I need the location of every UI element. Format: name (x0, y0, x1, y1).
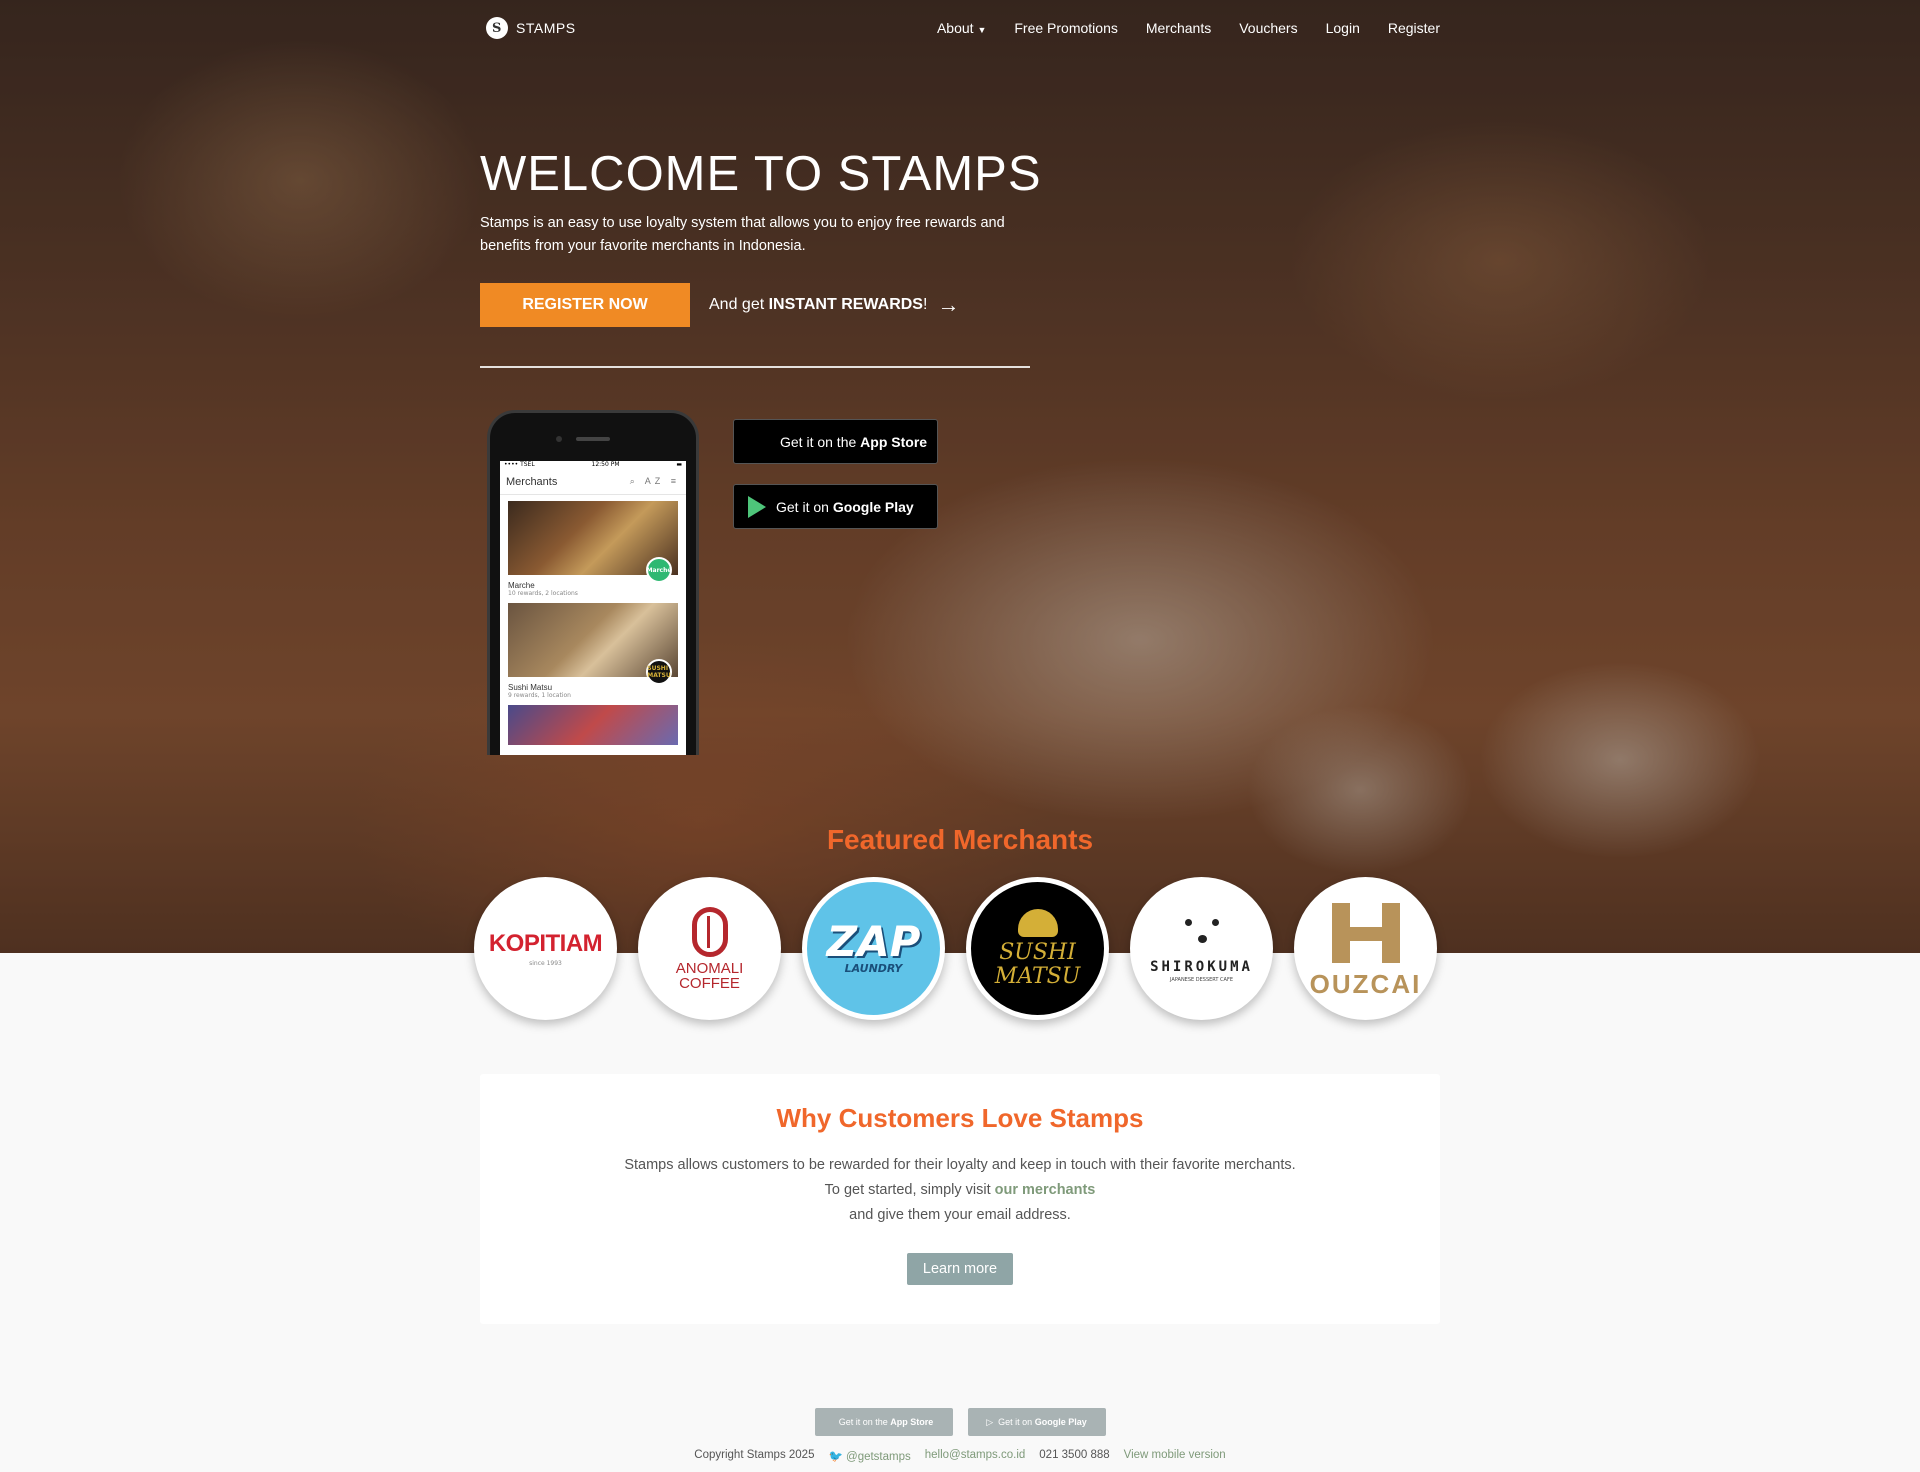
anomali-logo-icon (691, 906, 728, 957)
anomali-line2: COFFEE (679, 974, 740, 992)
shirokuma-sub: JAPANESE DESSERT CAFE (1170, 976, 1233, 983)
phone-camera (556, 436, 562, 442)
bear-nose (1197, 934, 1207, 943)
phone-mockup: •••• TSEL 12:50 PM ▬ Merchants ⌕ AZ ≡ Ma… (487, 410, 699, 755)
merchant-sub: 9 rewards, 1 location (508, 692, 571, 699)
nav-free-promotions[interactable]: Free Promotions (1014, 20, 1117, 36)
phone-screen-header: Merchants ⌕ AZ ≡ (500, 469, 686, 495)
instant-text: And get INSTANT REWARDS! (709, 296, 927, 314)
arrow-right-icon: → (937, 292, 960, 317)
instant-rewards-link[interactable]: And get INSTANT REWARDS! → (709, 294, 959, 316)
sushi-badge: SUSHI MATSU (646, 659, 672, 685)
stamps-logo-icon: S (486, 17, 508, 39)
merchant-name: Marche (508, 581, 535, 590)
register-now-button[interactable]: REGISTER NOW (480, 283, 690, 327)
merchant-photo (508, 705, 678, 745)
instant-prefix: And get (709, 296, 765, 313)
instant-suffix: ! (922, 296, 928, 313)
google-play-button[interactable]: Get it on Google Play (733, 484, 938, 529)
phone-statusbar: •••• TSEL 12:50 PM ▬ (500, 461, 686, 469)
merchant-kopitiam[interactable]: KOPITIAM since 1993 (474, 877, 617, 1020)
chef-hat-icon (1017, 908, 1058, 937)
phone-screen: •••• TSEL 12:50 PM ▬ Merchants ⌕ AZ ≡ Ma… (500, 461, 686, 755)
brand-logo-link[interactable]: S STAMPS (486, 17, 576, 39)
hero-lead: Stamps is an easy to use loyalty system … (480, 215, 1005, 254)
google-play-icon (748, 495, 766, 518)
featured-merchants-list: KOPITIAM since 1993 ANOMALI COFFEE ZAP LA… (474, 877, 1437, 1020)
brand-name: STAMPS (516, 20, 576, 36)
phone-speaker (576, 437, 610, 441)
hero-content: S STAMPS About ▼ Free Promotions Merchan… (0, 0, 1920, 1472)
zap-logo: ZAP (826, 917, 921, 966)
sushi-matsu-logo: SUSHI MATSU (994, 939, 1081, 989)
marche-badge: Marché (646, 557, 672, 583)
merchant-zap-laundry[interactable]: ZAP LAUNDRY (802, 877, 945, 1020)
hero-title: WELCOME TO STAMPS (480, 147, 1042, 201)
bear-ear-left (1184, 918, 1192, 926)
featured-merchants-title: Featured Merchants (826, 824, 1094, 855)
app-store-bold: App Store (860, 433, 928, 450)
google-play-bold: Google Play (832, 498, 914, 515)
marche-photo: Marché (508, 501, 678, 583)
sushi-line1: SUSHI (999, 939, 1076, 965)
phone-merchant-card (508, 705, 678, 745)
merchant-ouzcai[interactable]: OUZCAI (1294, 877, 1437, 1020)
nav-about-label: About (936, 20, 974, 36)
nav-merchants[interactable]: Merchants (1146, 20, 1211, 36)
merchant-sub: 10 rewards, 2 locations (508, 590, 578, 597)
status-carrier: •••• TSEL (504, 461, 535, 468)
phone-merchant-card: SUSHI MATSU Sushi Matsu 9 rewards, 1 loc… (508, 603, 678, 699)
ouzcai-logo: OUZCAI (1309, 969, 1422, 999)
anomali-logo: ANOMALI COFFEE (676, 961, 744, 991)
caret-down-icon: ▼ (977, 25, 987, 35)
phone-merchant-card: Marché Marche 10 rewards, 2 locations (508, 501, 678, 597)
sushi-line2: MATSU (994, 963, 1081, 989)
app-store-prefix: Get it on the (780, 433, 857, 450)
h-right (1381, 903, 1400, 963)
screen-title: Merchants (506, 475, 558, 488)
google-play-prefix: Get it on (776, 498, 829, 515)
instant-bold: INSTANT REWARDS (768, 296, 923, 313)
shirokuma-logo: SHIROKUMA (1150, 958, 1253, 975)
zap-sub: LAUNDRY (844, 962, 903, 975)
nav-register[interactable]: Register (1388, 20, 1440, 36)
ouzcai-logo-icon (1326, 897, 1406, 967)
hero-divider (480, 366, 1030, 368)
battery-icon: ▬ (676, 461, 682, 468)
nav-vouchers[interactable]: Vouchers (1239, 20, 1297, 36)
kopitiam-sub: since 1993 (529, 960, 562, 967)
kopitiam-logo: KOPITIAM (488, 930, 603, 957)
sushi-matsu-photo: SUSHI MATSU (508, 603, 678, 685)
merchant-shirokuma[interactable]: SHIROKUMA JAPANESE DESSERT CAFE (1130, 877, 1273, 1020)
status-time: 12:50 PM (591, 461, 620, 468)
main-nav: About ▼ Free Promotions Merchants Vouche… (937, 20, 1440, 36)
phone-top (490, 413, 696, 461)
nav-login[interactable]: Login (1326, 20, 1360, 36)
google-play-label: Get it on Google Play (776, 499, 914, 515)
merchant-name: Sushi Matsu (508, 683, 553, 692)
merchant-sushi-matsu[interactable]: SUSHI MATSU (966, 877, 1109, 1020)
app-store-button[interactable]: Get it on the App Store (733, 419, 938, 464)
nav-about[interactable]: About ▼ (937, 20, 986, 36)
polar-bear-icon (1179, 915, 1225, 951)
merchant-anomali-coffee[interactable]: ANOMALI COFFEE (638, 877, 781, 1020)
app-store-label: Get it on the App Store (780, 434, 927, 450)
bear-ear-right (1211, 918, 1219, 926)
screen-toolbar-icons: ⌕ AZ ≡ (629, 476, 680, 486)
